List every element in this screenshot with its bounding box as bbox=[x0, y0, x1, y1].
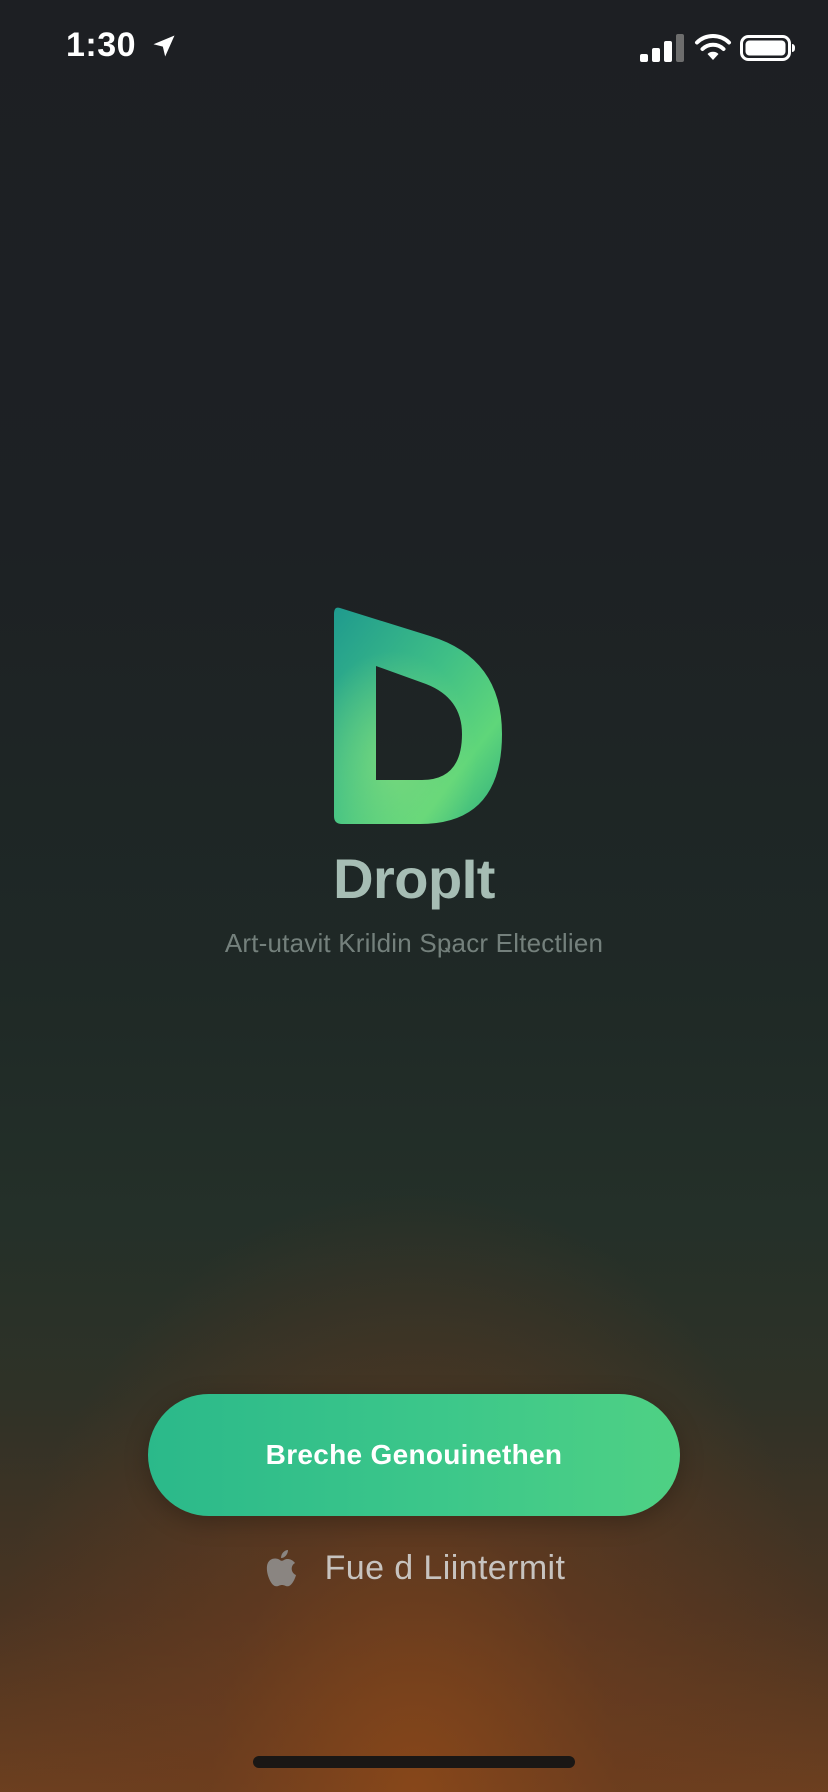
status-bar: 1:30 bbox=[0, 0, 828, 96]
cellular-signal-icon bbox=[640, 34, 684, 62]
wifi-icon bbox=[695, 34, 731, 60]
apple-sign-in-link[interactable]: Fue d Liintermit bbox=[0, 1548, 828, 1588]
tagline: Art-utavit Krildin Sҏacr Eltectlien bbox=[224, 928, 604, 958]
primary-action-button[interactable]: Breche Genouinethen bbox=[148, 1394, 680, 1516]
home-indicator bbox=[253, 1756, 575, 1768]
location-arrow-icon bbox=[153, 35, 175, 57]
battery-icon bbox=[740, 35, 795, 61]
primary-action-label: Breche Genouinethen bbox=[265, 1439, 563, 1470]
splash-screen: 1:30 DropIt Art-utavit Krildin Sҏacr Elt… bbox=[0, 0, 828, 1792]
app-name: DropIt bbox=[333, 847, 495, 910]
dropit-logo-icon bbox=[334, 607, 502, 824]
status-time: 1:30 bbox=[66, 26, 137, 64]
apple-icon bbox=[266, 1550, 296, 1587]
secondary-action-label: Fue d Liintermit bbox=[324, 1548, 566, 1587]
